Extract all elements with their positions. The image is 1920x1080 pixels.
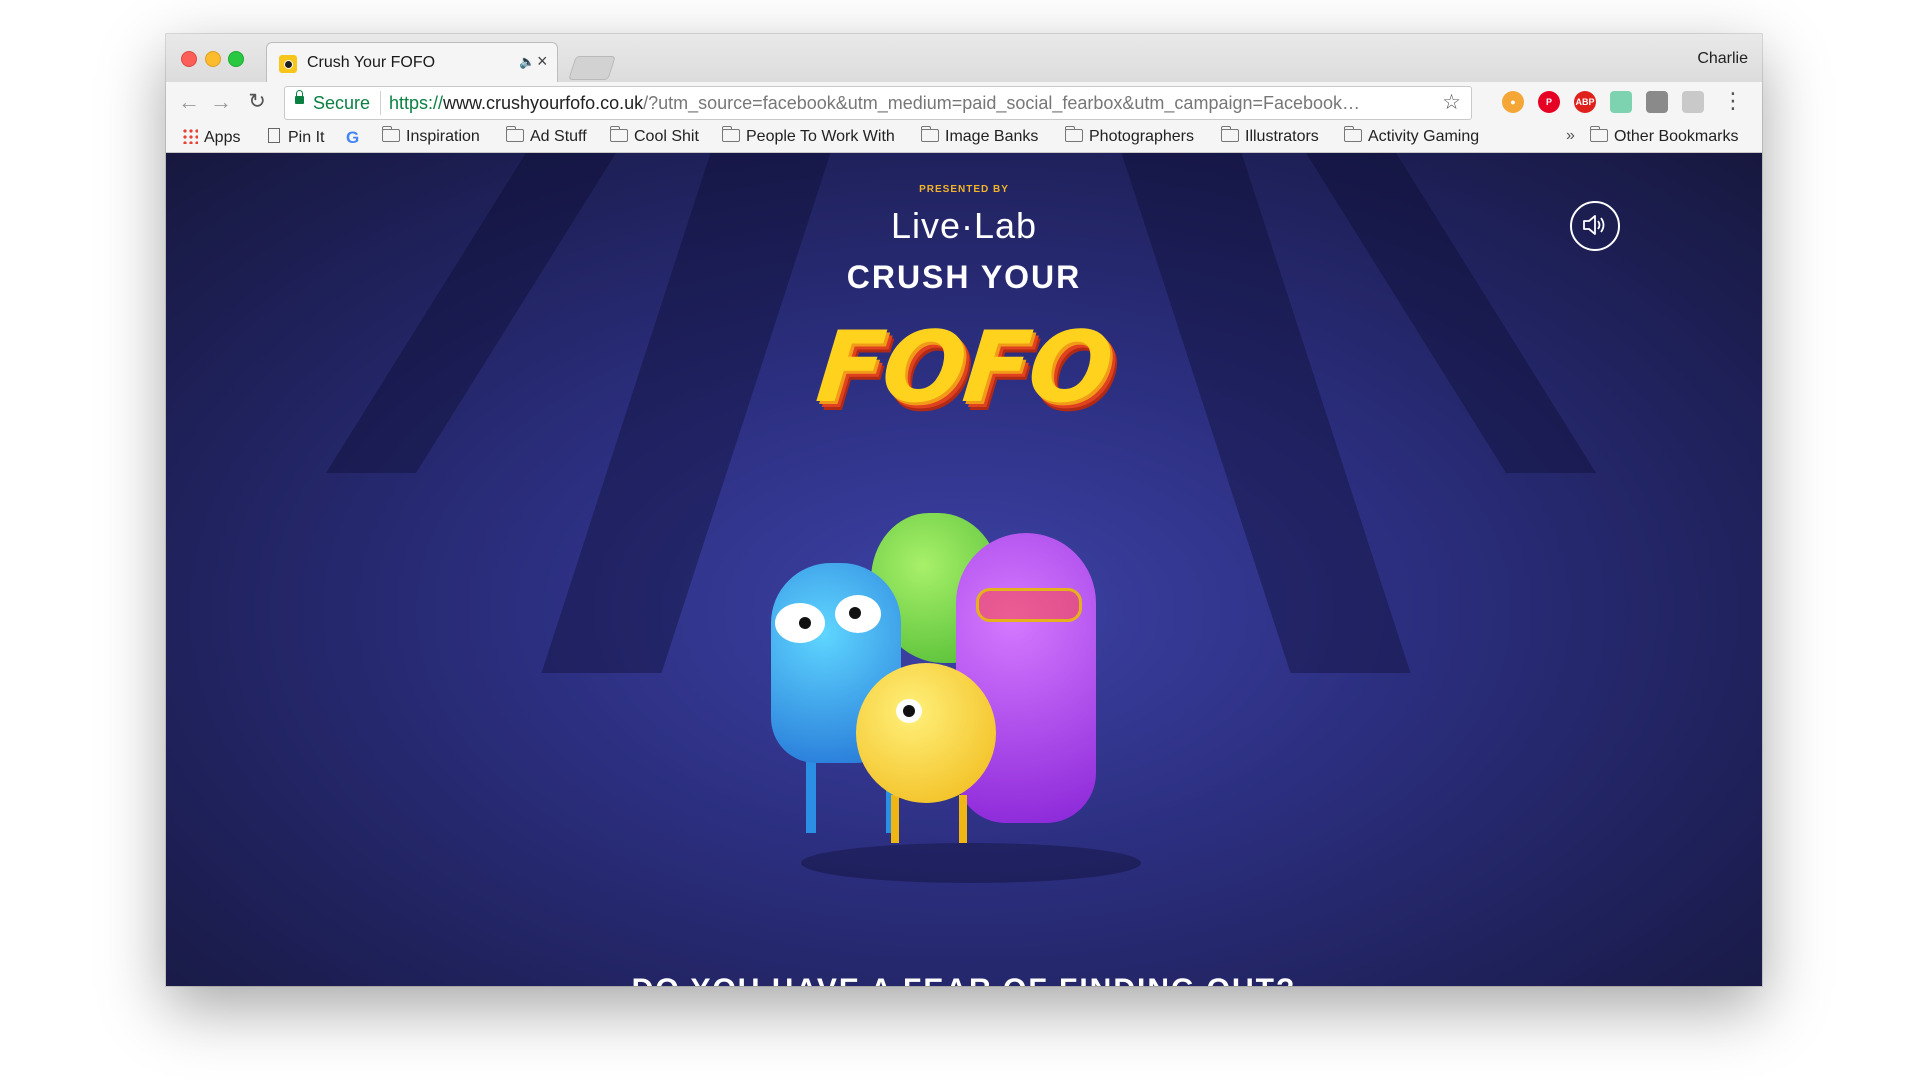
speaker-icon (1583, 215, 1605, 235)
folder-icon (1220, 126, 1239, 142)
bookmark-label: People To Work With (746, 128, 895, 145)
tab-title: Crush Your FOFO (307, 54, 436, 71)
floor-shadow (801, 843, 1141, 883)
layout-extension-icon[interactable] (1646, 91, 1668, 113)
bookmark-google[interactable]: G (346, 128, 359, 148)
kebab-menu-icon[interactable]: ⋮ (1722, 88, 1744, 114)
url-path: /?utm_source=facebook&utm_medium=paid_so… (643, 93, 1361, 113)
url-host: www.crushyourfofo.co.uk (443, 93, 644, 113)
apps-grid-icon (182, 128, 198, 144)
url-scheme: https:// (389, 93, 444, 113)
bookmark-label: Illustrators (1245, 128, 1319, 145)
bookmark-label: Ad Stuff (530, 128, 587, 145)
bookmark-label: Apps (204, 129, 241, 146)
reload-icon[interactable]: ↻ (244, 89, 270, 114)
bookmark-star-icon[interactable]: ☆ (1442, 90, 1461, 115)
headline: CRUSH YOUR (846, 259, 1082, 295)
more-bookmarks-icon[interactable]: » (1566, 127, 1575, 145)
bookmark-apps[interactable]: Apps (182, 128, 240, 147)
monster-characters-illustration (761, 513, 1181, 933)
folder-icon (381, 126, 400, 142)
bookmark-activity-gaming[interactable]: Activity Gaming (1343, 126, 1480, 146)
close-window-button[interactable] (181, 51, 197, 67)
profile-name[interactable]: Charlie (1697, 50, 1748, 68)
bookmark-inspiration[interactable]: Inspiration (381, 126, 480, 146)
folder-icon (1064, 126, 1083, 142)
folder-icon (1343, 126, 1362, 142)
bookmark-photographers[interactable]: Photographers (1064, 126, 1194, 146)
folder-icon (609, 126, 628, 142)
browser-tab[interactable]: Crush Your FOFO 🔈 × (266, 42, 558, 83)
bookmark-label: Photographers (1089, 128, 1194, 145)
bookmark-label: Pin It (288, 129, 325, 146)
lock-icon (295, 90, 304, 104)
folder-icon (920, 126, 939, 142)
minimize-window-button[interactable] (205, 51, 221, 67)
secure-label: Secure (313, 93, 371, 113)
forward-arrow-icon[interactable]: → (208, 89, 234, 115)
speaker-icon[interactable]: 🔈 (519, 54, 535, 70)
blue-monster-eye (775, 603, 825, 643)
yellow-monster (856, 663, 996, 803)
bookmark-illustrators[interactable]: Illustrators (1220, 126, 1319, 146)
bookmark-pin-it[interactable]: Pin It (268, 128, 324, 147)
pinterest-extension-icon[interactable]: P (1538, 91, 1560, 113)
blue-monster-eye (835, 595, 881, 633)
livelab-logo[interactable]: Live·Lab (166, 205, 1762, 247)
folder-icon (1589, 126, 1608, 142)
browser-toolbar: ← → ↻ Secure https://www.crushyourfofo.c… (166, 82, 1762, 122)
fire-extension-icon[interactable]: ● (1502, 91, 1524, 113)
page-content: PRESENTED BY Live·Lab CRUSH YOUR FOFO (166, 153, 1762, 986)
favicon-icon (279, 55, 297, 73)
bookmark-people-to-work-with[interactable]: People To Work With (721, 126, 895, 146)
adblock-extension-icon[interactable]: ABP (1574, 91, 1596, 113)
browser-window: Crush Your FOFO 🔈 × Charlie ← → ↻ Secure… (166, 34, 1762, 986)
sync-extension-icon[interactable] (1682, 91, 1704, 113)
presented-by-label: PRESENTED BY (919, 184, 1009, 195)
title-bar: Crush Your FOFO 🔈 × Charlie (166, 34, 1762, 83)
bookmark-label: Activity Gaming (1368, 128, 1480, 145)
sound-toggle-button[interactable] (1570, 201, 1620, 251)
url-text[interactable]: https://www.crushyourfofo.co.uk/?utm_sou… (389, 93, 1429, 114)
bookmark-label: Image Banks (945, 128, 1039, 145)
bookmark-cool-shit[interactable]: Cool Shit (609, 126, 699, 146)
bookmark-ad-stuff[interactable]: Ad Stuff (505, 126, 587, 146)
bookmark-label: Other Bookmarks (1614, 128, 1739, 145)
yellow-monster-eye (896, 699, 922, 723)
folder-icon (721, 126, 740, 142)
new-tab-button[interactable] (568, 56, 616, 80)
address-bar[interactable]: Secure https://www.crushyourfofo.co.uk/?… (284, 86, 1472, 120)
bookmarks-bar: Apps Pin It G Inspiration Ad Stuff Cool … (166, 122, 1762, 153)
back-arrow-icon[interactable]: ← (176, 89, 202, 115)
tagline: DO YOU HAVE A FEAR OF FINDING OUT? (166, 973, 1762, 986)
bookmark-image-banks[interactable]: Image Banks (920, 126, 1039, 146)
url-divider (380, 91, 381, 115)
zoom-window-button[interactable] (228, 51, 244, 67)
page-icon (268, 128, 280, 143)
google-icon: G (346, 128, 360, 147)
waveform-extension-icon[interactable] (1610, 91, 1632, 113)
close-tab-icon[interactable]: × (537, 51, 548, 72)
bookmark-label: Inspiration (406, 128, 480, 145)
fofo-logo: FOFO (811, 311, 1117, 425)
folder-icon (505, 126, 524, 142)
sunglasses (976, 588, 1082, 622)
bookmark-label: Cool Shit (634, 128, 699, 145)
bookmark-other-bookmarks[interactable]: Other Bookmarks (1589, 126, 1739, 146)
